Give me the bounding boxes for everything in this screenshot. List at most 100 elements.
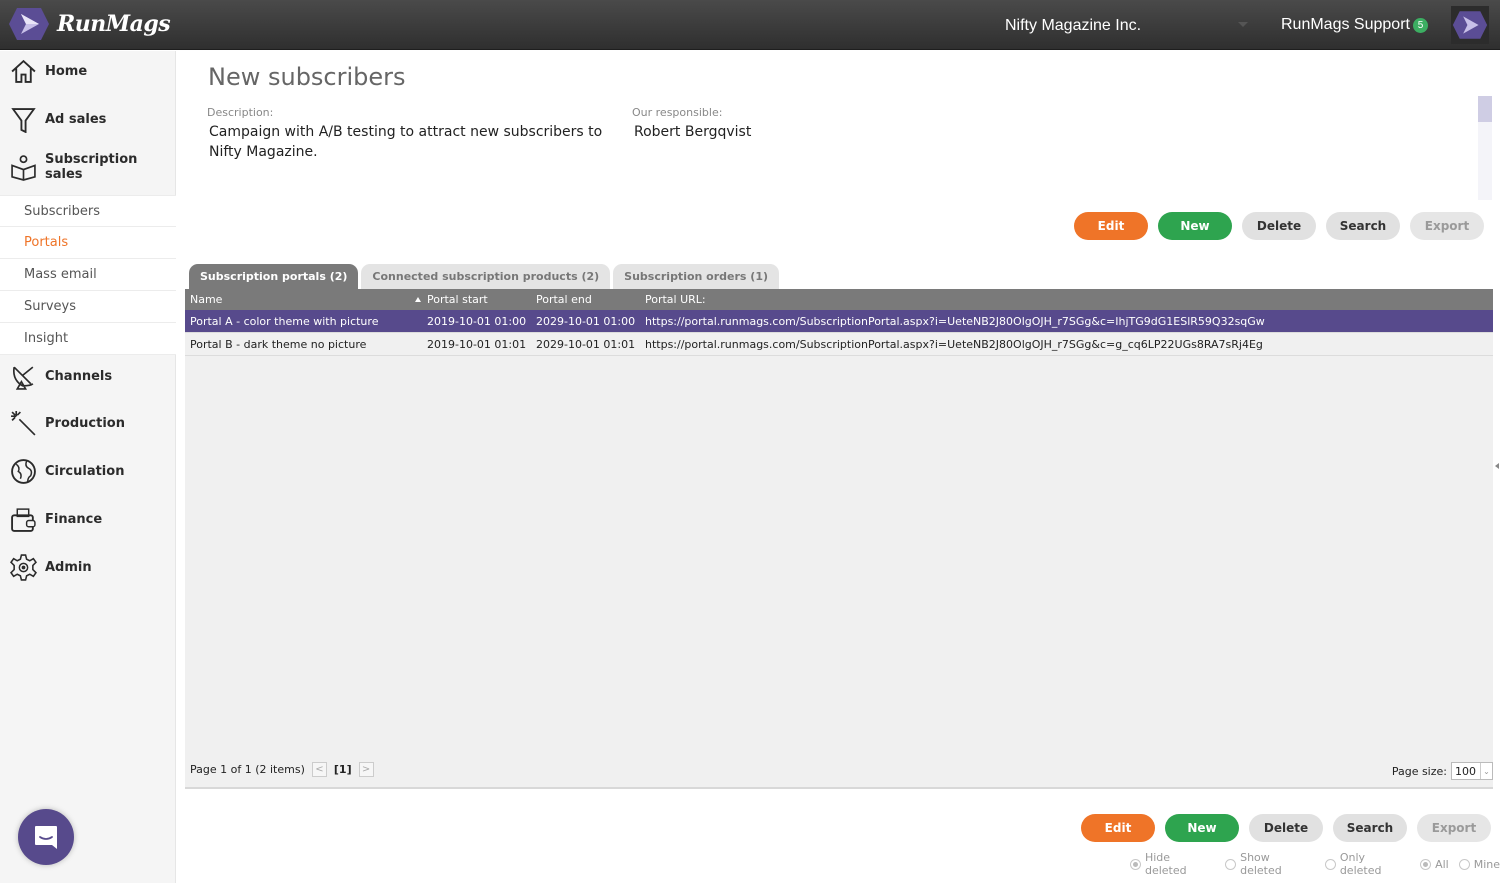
sidebar: Home Ad sales Subscription sales Subscri… [0, 51, 176, 883]
table-row[interactable]: Portal B - dark theme no picture 2019-10… [185, 333, 1493, 356]
delete-button[interactable]: Delete [1242, 212, 1316, 240]
sidebar-item-home[interactable]: Home [0, 51, 176, 91]
sort-ascending-icon[interactable] [415, 297, 421, 302]
page-size-control: Page size: 100 ⌄ [1392, 762, 1493, 780]
radio-only-deleted[interactable]: Only deleted [1324, 851, 1410, 877]
cell-portal-url[interactable]: https://portal.runmags.com/SubscriptionP… [645, 315, 1493, 328]
grid-header: Name Portal start Portal end Portal URL: [185, 289, 1493, 310]
sidebar-item-label: Admin [45, 559, 92, 575]
radio-label: Mine [1473, 857, 1500, 871]
new-button[interactable]: New [1158, 212, 1232, 240]
pager: Page 1 of 1 (2 items) < [1] > [190, 762, 374, 777]
bottom-action-bar: Edit New Delete Search Export [1081, 814, 1491, 842]
sidebar-item-label: Finance [45, 511, 103, 527]
chevron-down-icon[interactable]: ⌄ [1480, 763, 1492, 779]
radio-indicator[interactable] [1420, 858, 1432, 870]
column-label: Name [190, 293, 223, 306]
subitem-mass-email[interactable]: Mass email [0, 259, 176, 291]
app-logo[interactable]: RunMags [8, 7, 171, 41]
radio-label: Show deleted [1240, 851, 1282, 877]
radio-label: All [1435, 857, 1449, 871]
page-size-label: Page size: [1391, 764, 1447, 778]
user-name[interactable]: RunMags Support [1281, 16, 1410, 34]
edit-button[interactable]: Edit [1081, 814, 1155, 842]
cell-name: Portal A - color theme with picture [190, 314, 379, 328]
page-size-select[interactable]: 100 ⌄ [1451, 762, 1493, 780]
cell-portal-start: 2019-10-01 01:00 [427, 314, 527, 328]
scrollbar-thumb[interactable] [1478, 96, 1492, 122]
sidebar-item-ad-sales[interactable]: Ad sales [0, 99, 176, 139]
subitem-portals[interactable]: Portals [0, 227, 176, 259]
responsible-value: Robert Bergqvist [634, 124, 752, 140]
home-icon [11, 59, 36, 83]
globe-icon [11, 458, 36, 484]
subitem-surveys[interactable]: Surveys [0, 291, 176, 323]
deleted-filter-group: Hide deleted Show deleted Only deleted A… [1130, 851, 1500, 877]
radio-indicator[interactable] [1324, 858, 1336, 870]
radio-indicator[interactable] [1225, 858, 1237, 870]
reader-icon [11, 154, 36, 181]
chat-launcher-button[interactable] [18, 809, 74, 865]
page-title: New subscribers [208, 63, 406, 91]
sidebar-item-subscription-sales[interactable]: Subscription sales [0, 147, 176, 187]
top-action-bar: Edit New Delete Search Export [1074, 212, 1484, 240]
current-page[interactable]: [1] [334, 763, 352, 776]
export-button[interactable]: Export [1410, 212, 1484, 240]
runmags-logo-icon [9, 8, 49, 40]
column-header-portal-url[interactable]: Portal URL: [645, 293, 1493, 306]
search-button[interactable]: Search [1326, 212, 1400, 240]
cell-portal-end: 2029-10-01 01:01 [536, 337, 636, 351]
sidebar-item-label: Production [45, 415, 125, 431]
radio-indicator[interactable] [1458, 858, 1470, 870]
user-avatar[interactable] [1451, 6, 1489, 44]
collapse-handle-icon[interactable] [1495, 463, 1499, 469]
sidebar-item-label: Subscription sales [45, 152, 138, 182]
subscription-sales-submenu: Subscribers Portals Mass email Surveys I… [0, 195, 176, 355]
search-button[interactable]: Search [1333, 814, 1407, 842]
table-row[interactable]: Portal A - color theme with picture 2019… [185, 310, 1493, 333]
new-button[interactable]: New [1165, 814, 1239, 842]
column-header-portal-end[interactable]: Portal end [536, 293, 645, 306]
radio-all[interactable]: All [1420, 851, 1449, 877]
sidebar-item-production[interactable]: Production [0, 403, 176, 443]
sidebar-item-admin[interactable]: Admin [0, 547, 176, 587]
column-header-name[interactable]: Name [185, 293, 427, 306]
detail-tabs: Subscription portals (2) Connected subsc… [189, 264, 780, 289]
app-name: RunMags [57, 11, 171, 37]
radio-show-deleted[interactable]: Show deleted [1225, 851, 1315, 877]
portals-grid: Name Portal start Portal end Portal URL:… [185, 289, 1493, 789]
edit-button[interactable]: Edit [1074, 212, 1148, 240]
chevron-down-icon[interactable] [1238, 22, 1248, 27]
radio-label: Hide deleted [1144, 851, 1187, 877]
satellite-dish-icon [12, 366, 34, 390]
cell-portal-end: 2029-10-01 01:00 [536, 314, 636, 328]
tab-subscription-portals[interactable]: Subscription portals (2) [189, 264, 359, 289]
sidebar-item-channels[interactable]: Channels [0, 356, 176, 396]
next-page-button[interactable]: > [358, 762, 374, 777]
column-header-portal-start[interactable]: Portal start [427, 293, 536, 306]
main-content: New subscribers Description: Campaign wi… [177, 51, 1500, 883]
gear-icon [10, 553, 37, 581]
page-size-value: 100 [1455, 764, 1476, 778]
avatar-hex-icon [1452, 11, 1488, 39]
sidebar-item-circulation[interactable]: Circulation [0, 451, 176, 491]
notification-badge[interactable]: 5 [1413, 18, 1428, 33]
details-scrollbar[interactable] [1478, 96, 1492, 200]
pager-summary: Page 1 of 1 (2 items) [190, 763, 305, 776]
tab-connected-subscription-products[interactable]: Connected subscription products (2) [361, 264, 611, 289]
export-button[interactable]: Export [1417, 814, 1491, 842]
radio-mine[interactable]: Mine [1458, 851, 1500, 877]
delete-button[interactable]: Delete [1249, 814, 1323, 842]
cell-name: Portal B - dark theme no picture [190, 337, 367, 351]
subitem-insight[interactable]: Insight [0, 323, 176, 355]
radio-hide-deleted[interactable]: Hide deleted [1130, 851, 1215, 877]
subitem-subscribers[interactable]: Subscribers [0, 195, 176, 227]
tab-subscription-orders[interactable]: Subscription orders (1) [613, 264, 780, 289]
prev-page-button[interactable]: < [311, 762, 327, 777]
sidebar-item-finance[interactable]: Finance [0, 499, 176, 539]
radio-indicator[interactable] [1130, 858, 1141, 870]
cell-portal-url[interactable]: https://portal.runmags.com/SubscriptionP… [645, 338, 1493, 351]
cell-portal-start: 2019-10-01 01:01 [427, 337, 527, 351]
chat-icon [35, 826, 57, 849]
company-selector[interactable]: Nifty Magazine Inc. [1005, 17, 1141, 35]
